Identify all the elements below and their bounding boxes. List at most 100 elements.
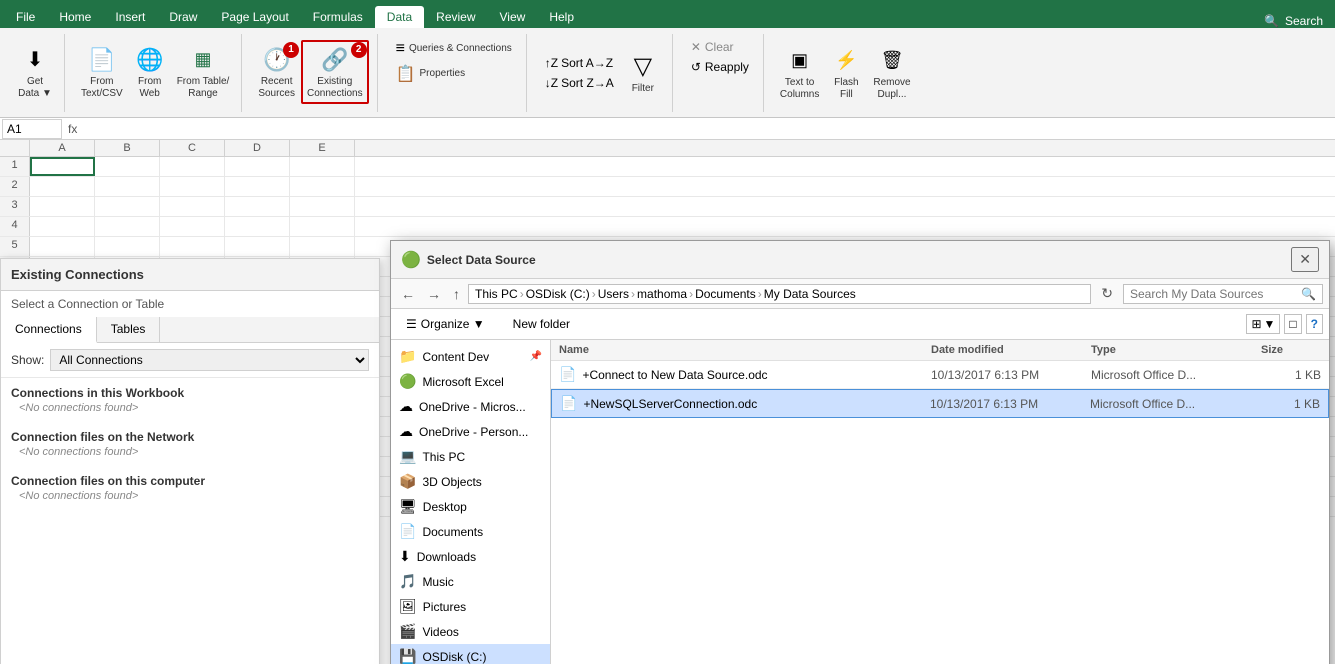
- cell-4-1[interactable]: [95, 217, 160, 236]
- nav-item-3d-objects[interactable]: 📦 3D Objects: [391, 469, 550, 494]
- from-web-button[interactable]: 🌐 FromWeb: [129, 42, 171, 102]
- nav-item-this-pc[interactable]: 💻 This PC: [391, 444, 550, 469]
- cell-2-4[interactable]: [290, 177, 355, 196]
- cell-reference-input[interactable]: [2, 119, 62, 139]
- help-button[interactable]: ?: [1306, 314, 1323, 334]
- nav-item-videos[interactable]: 🎬 Videos: [391, 619, 550, 644]
- tab-view[interactable]: View: [488, 6, 538, 28]
- view-icon: ⊞: [1251, 317, 1261, 331]
- nav-item-onedrive-personal[interactable]: ☁ OneDrive - Person...: [391, 419, 550, 444]
- cell-4-4[interactable]: [290, 217, 355, 236]
- col-header-date[interactable]: Date modified: [931, 344, 1091, 356]
- ribbon-search[interactable]: Search: [1285, 14, 1323, 28]
- clear-button[interactable]: ✕ Clear: [685, 38, 755, 56]
- tab-draw[interactable]: Draw: [157, 6, 209, 28]
- nav-item-downloads[interactable]: ⬇ Downloads: [391, 544, 550, 569]
- queries-connections-button[interactable]: ≡ Queries & Connections: [390, 38, 518, 60]
- cell-1-4[interactable]: [290, 157, 355, 176]
- cell-5-2[interactable]: [160, 237, 225, 256]
- tab-formulas[interactable]: Formulas: [301, 6, 375, 28]
- cell-5-1[interactable]: [95, 237, 160, 256]
- tab-insert[interactable]: Insert: [103, 6, 157, 28]
- col-header-name[interactable]: Name: [559, 344, 931, 356]
- remove-dups-icon: 🗑: [876, 45, 908, 77]
- flash-fill-button[interactable]: ⚡ FlashFill: [825, 43, 867, 103]
- reapply-button[interactable]: ↺ Reapply: [685, 58, 755, 76]
- properties-button[interactable]: 📋 Properties: [390, 62, 518, 86]
- nav-item-excel[interactable]: 🟢 Microsoft Excel: [391, 369, 550, 394]
- cell-1-2[interactable]: [160, 157, 225, 176]
- tab-help[interactable]: Help: [537, 6, 586, 28]
- file-row-newsql[interactable]: 📄 +NewSQLServerConnection.odc 10/13/2017…: [551, 389, 1329, 418]
- view-dropdown-icon: ▼: [1264, 317, 1276, 331]
- cell-5-3[interactable]: [225, 237, 290, 256]
- refresh-button[interactable]: ↻: [1095, 283, 1119, 304]
- pictures-icon: 🖼: [399, 598, 417, 615]
- path-mathoma: mathoma: [637, 287, 687, 301]
- up-button[interactable]: ↑: [449, 284, 464, 304]
- new-folder-button[interactable]: New folder: [502, 313, 581, 335]
- cell-3-0[interactable]: [30, 197, 95, 216]
- from-text-csv-button[interactable]: 📄 FromText/CSV: [77, 42, 127, 102]
- file-row-connect-new[interactable]: 📄 +Connect to New Data Source.odc 10/13/…: [551, 361, 1329, 389]
- tab-review[interactable]: Review: [424, 6, 487, 28]
- tab-home[interactable]: Home: [47, 6, 103, 28]
- cell-3-4[interactable]: [290, 197, 355, 216]
- cell-2-0[interactable]: [30, 177, 95, 196]
- show-connections-select[interactable]: All Connections: [50, 349, 369, 371]
- network-conn-note: <No connections found>: [19, 446, 369, 458]
- cell-2-3[interactable]: [225, 177, 290, 196]
- ribbon-group-sources: 1 🕐 RecentSources 2 🔗 ExistingConnection…: [246, 34, 377, 112]
- nav-item-pictures[interactable]: 🖼 Pictures: [391, 594, 550, 619]
- from-table-button[interactable]: ▦ From Table/Range: [173, 42, 234, 102]
- nav-item-osdisk[interactable]: 💾 OSDisk (C:): [391, 644, 550, 664]
- dialog-close-button[interactable]: ✕: [1291, 247, 1319, 272]
- cell-3-2[interactable]: [160, 197, 225, 216]
- cell-2-2[interactable]: [160, 177, 225, 196]
- tab-data[interactable]: Data: [375, 6, 424, 28]
- remove-dups-button[interactable]: 🗑 RemoveDupl...: [869, 43, 914, 103]
- sort-az-button[interactable]: ↑Z Sort A→Z: [539, 54, 620, 72]
- organize-button[interactable]: ☰ Organize ▼: [397, 313, 494, 335]
- cell-1-1[interactable]: [95, 157, 160, 176]
- tables-tab[interactable]: Tables: [97, 317, 161, 342]
- file-size-1: 1 KB: [1261, 368, 1321, 382]
- cell-4-3[interactable]: [225, 217, 290, 236]
- back-button[interactable]: ←: [397, 284, 419, 304]
- existing-connections-button[interactable]: 2 🔗 ExistingConnections: [301, 40, 369, 104]
- 3d-icon: 📦: [399, 473, 416, 490]
- cell-5-0[interactable]: [30, 237, 95, 256]
- cell-2-1[interactable]: [95, 177, 160, 196]
- cell-3-3[interactable]: [225, 197, 290, 216]
- cell-4-0[interactable]: [30, 217, 95, 236]
- forward-button[interactable]: →: [423, 284, 445, 304]
- recent-sources-button[interactable]: 1 🕐 RecentSources: [254, 42, 299, 102]
- nav-item-onedrive-ms[interactable]: ☁ OneDrive - Micros...: [391, 394, 550, 419]
- nav-item-content-dev[interactable]: 📁 Content Dev 📌: [391, 344, 550, 369]
- sort-za-button[interactable]: ↓Z Sort Z→A: [539, 74, 620, 92]
- get-data-button[interactable]: ⬇ GetData ▼: [14, 42, 56, 102]
- preview-button[interactable]: □: [1284, 314, 1301, 334]
- cell-5-4[interactable]: [290, 237, 355, 256]
- file-icon-2: 📄: [560, 395, 577, 412]
- nav-item-desktop[interactable]: 🖥 Desktop: [391, 494, 550, 519]
- from-table-label: From Table/Range: [177, 76, 230, 100]
- filter-button[interactable]: ▽ Filter: [622, 49, 664, 97]
- view-options-button[interactable]: ⊞ ▼: [1246, 314, 1280, 334]
- existing-connections-panel: Existing Connections Select a Connection…: [0, 258, 380, 664]
- col-header-type: Type: [1091, 344, 1261, 356]
- nav-item-documents[interactable]: 📄 Documents: [391, 519, 550, 544]
- address-path[interactable]: This PC › OSDisk (C:) › Users › mathoma …: [468, 284, 1091, 304]
- cell-1-0[interactable]: [30, 157, 95, 176]
- search-input[interactable]: [1130, 287, 1301, 301]
- workbook-connections-section: Connections in this Workbook <No connect…: [1, 378, 379, 422]
- cell-1-3[interactable]: [225, 157, 290, 176]
- connections-tab[interactable]: Connections: [1, 317, 97, 343]
- cell-3-1[interactable]: [95, 197, 160, 216]
- tab-file[interactable]: File: [4, 6, 47, 28]
- nav-item-music[interactable]: 🎵 Music: [391, 569, 550, 594]
- cell-4-2[interactable]: [160, 217, 225, 236]
- get-data-icon: ⬇: [19, 44, 51, 76]
- tab-pagelayout[interactable]: Page Layout: [209, 6, 300, 28]
- text-to-columns-button[interactable]: ▣ Text toColumns: [776, 43, 823, 103]
